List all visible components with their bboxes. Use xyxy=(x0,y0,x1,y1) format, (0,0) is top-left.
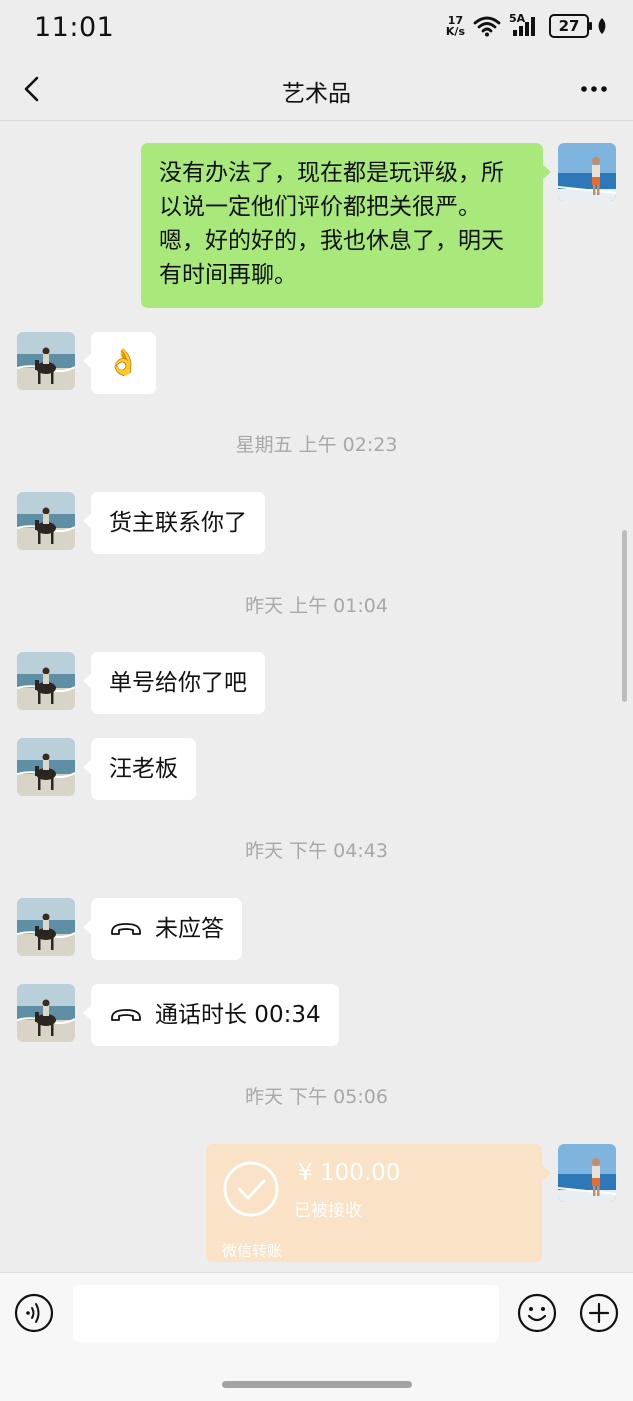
power-saving-leaf-icon xyxy=(598,18,606,34)
time-separator: 昨天 下午 04:43 xyxy=(245,840,388,862)
signal-icon xyxy=(513,17,535,36)
chat-scrollbar[interactable] xyxy=(622,530,627,702)
transfer-status: 已被接收 xyxy=(294,1201,362,1221)
battery-level: 27 xyxy=(558,17,580,35)
message-bubble-incoming[interactable]: 👌 xyxy=(83,332,156,394)
call-status-text: 未应答 xyxy=(155,916,224,942)
message-bubble-outgoing[interactable]: 没有办法了，现在都是玩评级，所 以说一定他们评价都把关很严。 嗯，好的好的，我也… xyxy=(141,143,551,308)
message-text-line: 没有办法了，现在都是玩评级，所 xyxy=(159,160,504,186)
chat-header: 艺术品 xyxy=(0,60,633,120)
time-separator: 昨天 下午 05:06 xyxy=(245,1086,388,1108)
cellular-signal: 5A xyxy=(509,12,541,38)
message-text: 货主联系你了 xyxy=(109,510,247,536)
transfer-amount: ¥ 100.00 xyxy=(298,1160,401,1186)
status-icons: 17 K/s 5A 27 xyxy=(446,12,607,38)
message-text-line: 嗯，好的好的，我也休息了，明天 xyxy=(159,228,504,254)
home-indicator[interactable] xyxy=(222,1381,412,1388)
contact-avatar[interactable] xyxy=(17,898,75,956)
time-separator: 昨天 上午 01:04 xyxy=(245,595,388,617)
contact-avatar[interactable] xyxy=(17,652,75,710)
ok-hand-emoji: 👌 xyxy=(107,348,140,378)
contact-avatar[interactable] xyxy=(17,738,75,796)
net-speed-unit: K/s xyxy=(445,25,465,38)
header-divider xyxy=(0,120,633,121)
voice-icon[interactable] xyxy=(14,1293,54,1333)
call-record-bubble[interactable]: 未应答 xyxy=(83,898,242,960)
my-avatar[interactable] xyxy=(558,143,616,201)
my-avatar[interactable] xyxy=(558,1144,616,1202)
call-duration-text: 通话时长 00:34 xyxy=(155,1002,321,1028)
transfer-label: 微信转账 xyxy=(222,1242,283,1260)
status-time: 11:01 xyxy=(34,12,115,43)
contact-avatar[interactable] xyxy=(17,492,75,550)
chat-title: 艺术品 xyxy=(282,81,351,107)
message-input[interactable] xyxy=(73,1285,499,1342)
emoji-icon[interactable] xyxy=(517,1293,557,1333)
wifi-icon xyxy=(473,16,501,37)
message-bubble-incoming[interactable]: 单号给你了吧 xyxy=(83,652,265,714)
message-text-line: 以说一定他们评价都把关很严。 xyxy=(159,194,481,220)
time-separator: 星期五 上午 02:23 xyxy=(235,434,398,456)
message-text: 汪老板 xyxy=(109,756,178,782)
check-circle-icon xyxy=(223,1161,279,1217)
message-text: 单号给你了吧 xyxy=(109,670,247,696)
message-bubble-incoming[interactable]: 汪老板 xyxy=(83,738,196,800)
more-dots-icon[interactable] xyxy=(579,74,609,104)
message-bubble-incoming[interactable]: 货主联系你了 xyxy=(83,492,265,554)
status-bar: 11:01 17 K/s 5A 27 xyxy=(0,0,633,60)
call-record-bubble[interactable]: 通话时长 00:34 xyxy=(83,984,339,1046)
phone-hangup-icon xyxy=(111,1009,141,1021)
transfer-bubble-tail xyxy=(542,1165,551,1181)
phone-hangup-icon xyxy=(111,923,141,935)
wechat-transfer-card[interactable]: ¥ 100.00 已被接收 微信转账 xyxy=(206,1144,542,1262)
message-text-line: 有时间再聊。 xyxy=(159,262,297,288)
net-speed: 17 K/s xyxy=(446,15,465,37)
plus-icon[interactable] xyxy=(579,1293,619,1333)
contact-avatar[interactable] xyxy=(17,984,75,1042)
battery-icon: 27 xyxy=(549,14,592,38)
contact-avatar[interactable] xyxy=(17,332,75,390)
